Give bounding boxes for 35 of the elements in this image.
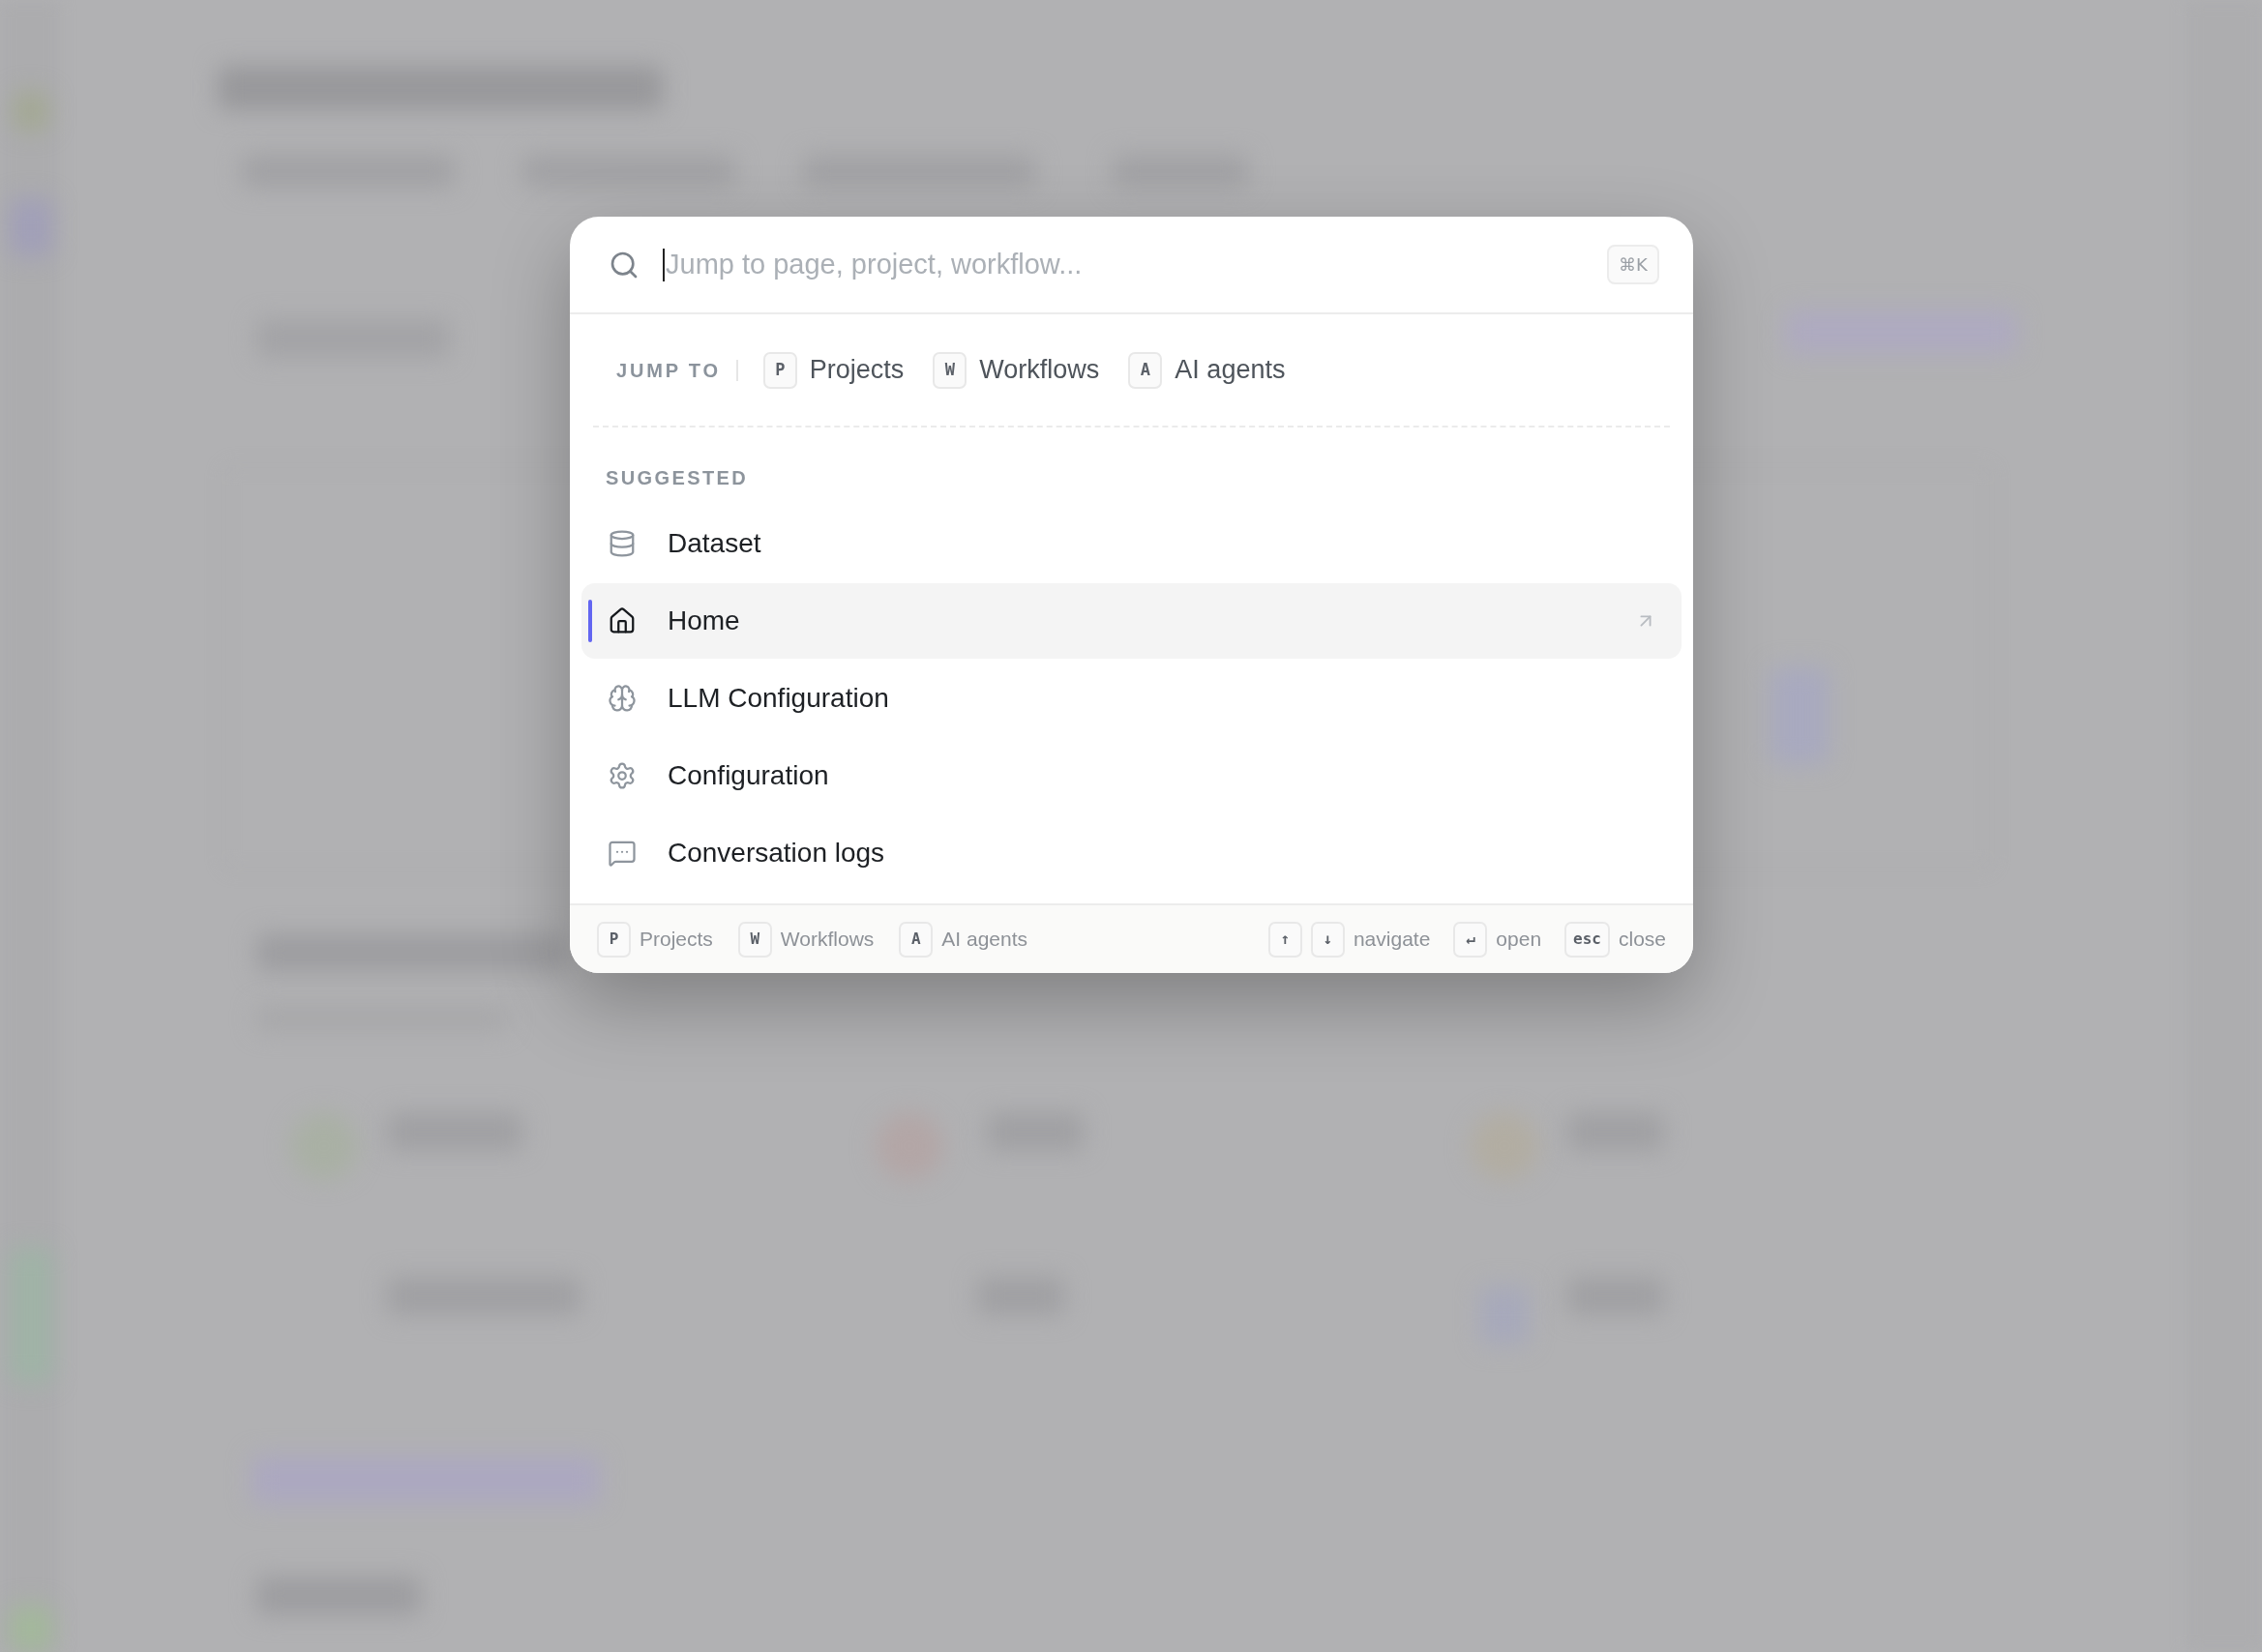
key-hint: W [933,351,967,389]
key-hint: ↵ [1453,921,1488,958]
key-hint: P [597,921,631,958]
key-hint: A [899,921,934,958]
brain-icon [608,684,637,713]
key-hint: esc [1564,921,1610,958]
hint-label: close [1618,927,1666,953]
settings-icon [608,761,637,790]
search-field[interactable]: Jump to page, project, workflow... [666,240,1607,289]
suggestion-item[interactable]: Dataset [581,506,1682,581]
suggestion-item[interactable]: Home [581,583,1682,659]
selection-bar-icon [588,600,592,642]
key-hint: ↓ [1310,921,1345,958]
home-icon [608,606,637,635]
suggestion-item[interactable]: Configuration [581,738,1682,813]
key-hint: ↑ [1267,921,1302,958]
jump-to-link[interactable]: P Projects [762,350,905,390]
jump-to-label: JUMP TO [616,358,721,383]
hint-label: Projects [640,927,713,953]
chat-bubble-icon [608,839,637,868]
hint-label: navigate [1353,927,1431,953]
suggested-heading: SUGGESTED [606,466,750,490]
hint-label: open [1496,927,1542,953]
key-hint: P [762,351,797,389]
hint-label: AI agents [941,927,1028,953]
key-hint: W [737,921,772,958]
suggestion-item[interactable]: Conversation logs [581,815,1682,891]
hint-label: Workflows [780,927,875,953]
suggestion-item[interactable]: LLM Configuration [581,661,1682,736]
database-icon [608,529,637,558]
jump-to-link[interactable]: A AI agents [1128,350,1286,390]
jump-to-link[interactable]: W Workflows [933,350,1100,390]
shortcut-key-hint: ⌘K [1607,245,1659,284]
text-caret-icon [663,248,665,281]
key-hint: A [1128,351,1163,389]
